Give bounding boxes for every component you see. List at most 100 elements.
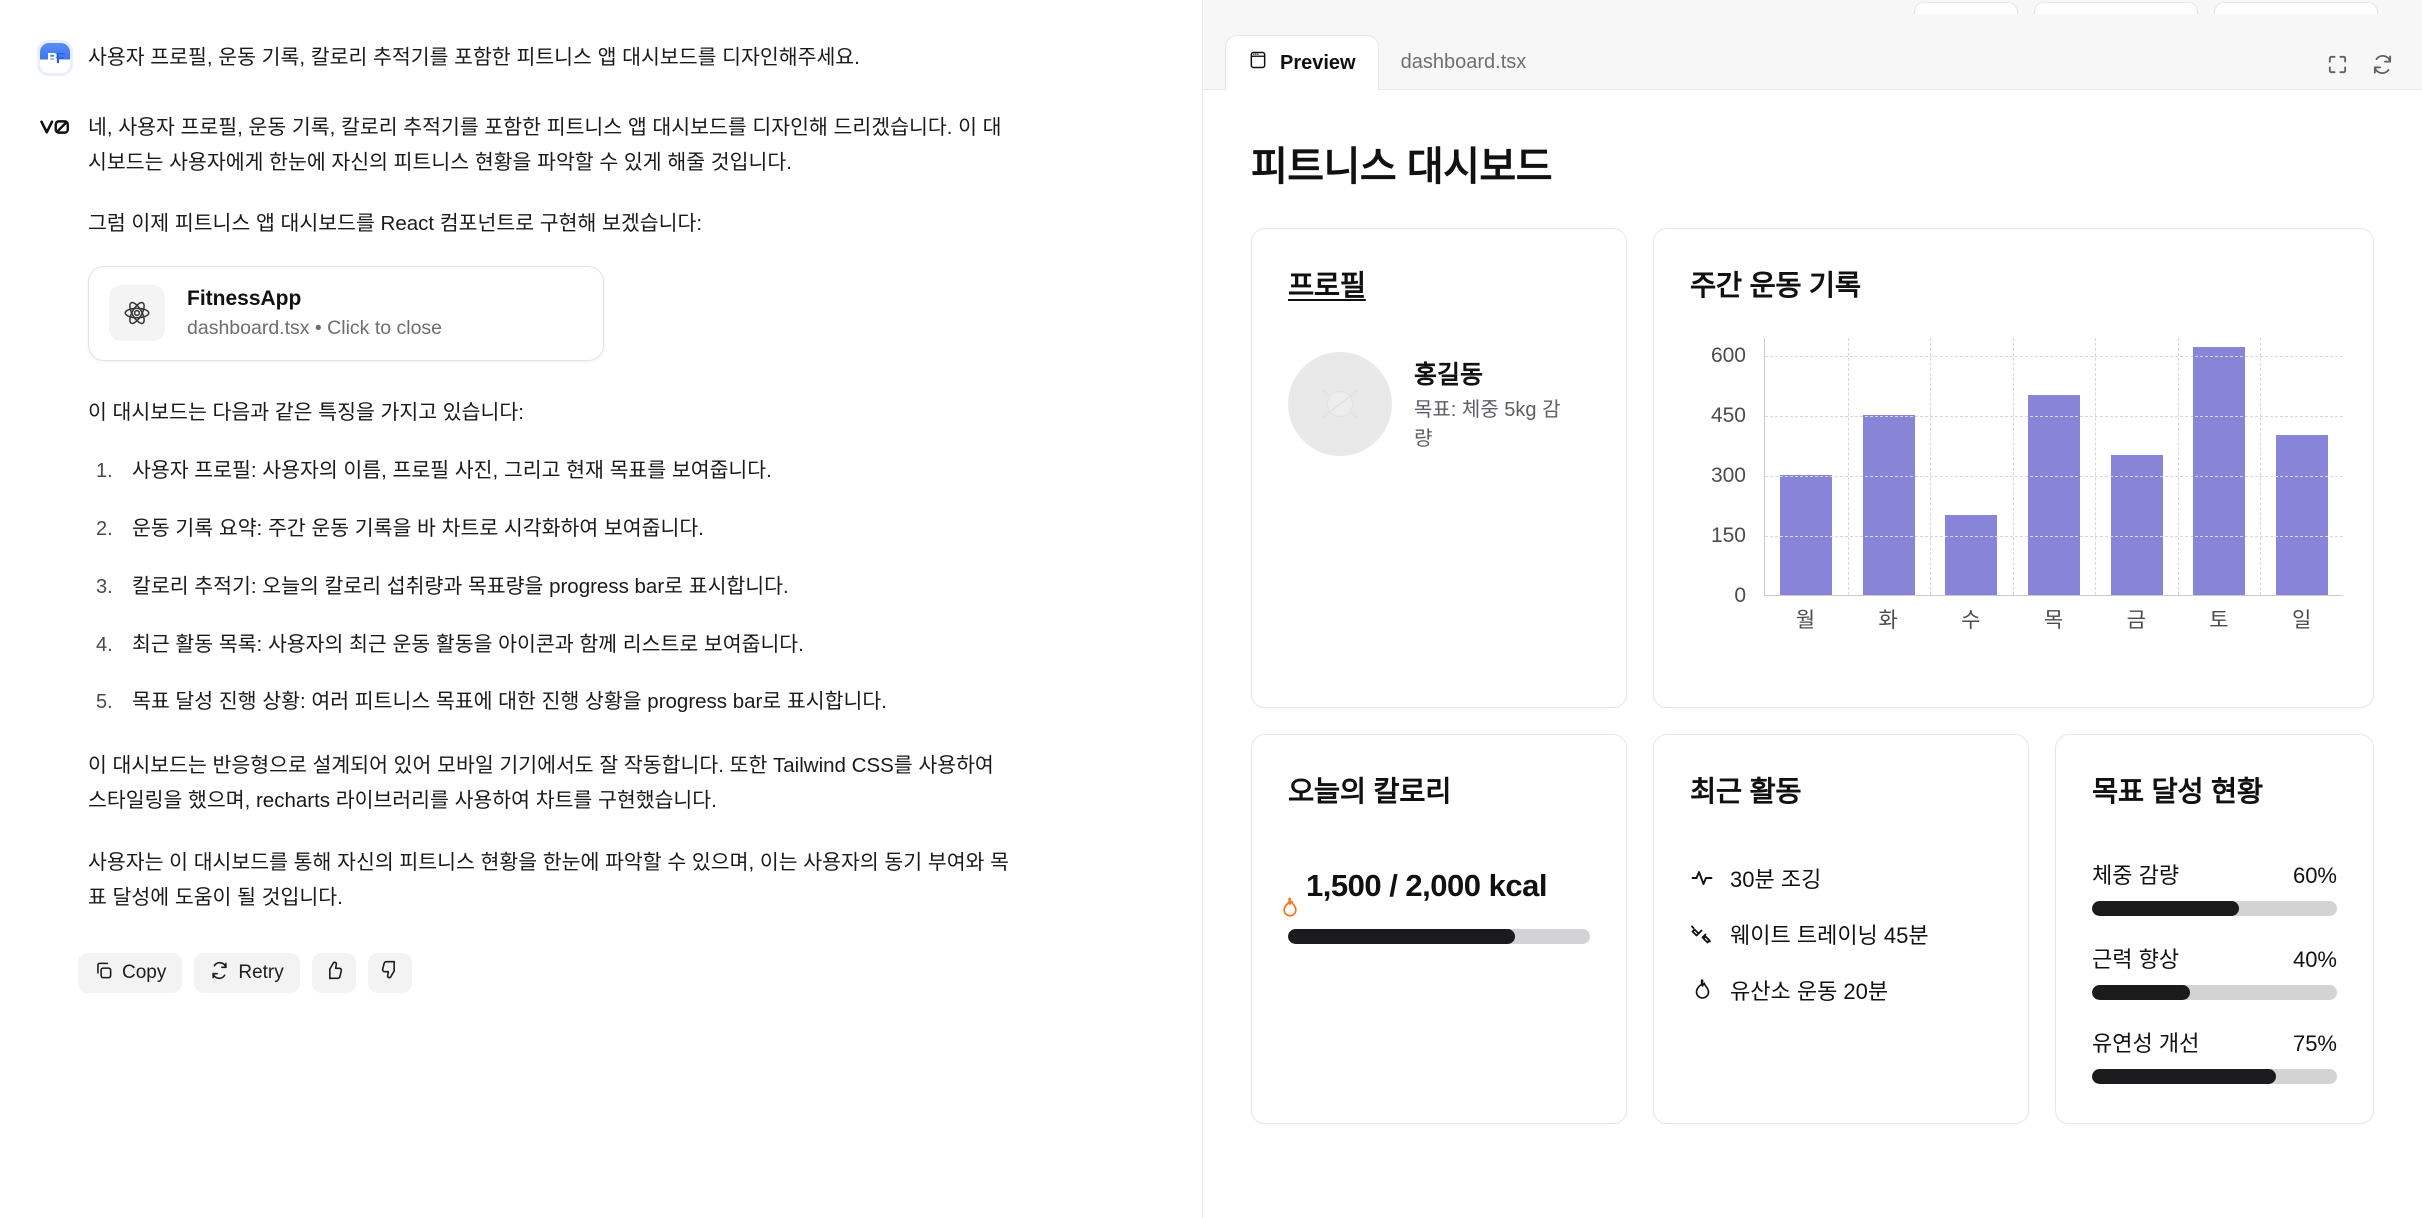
goal-head: 유연성 개선 75%	[2092, 1026, 2337, 1058]
chart-bar-cell	[1848, 338, 1931, 595]
chart-x-tick: 월	[1795, 609, 1816, 632]
goal-progress-fill	[2092, 1069, 2276, 1084]
calories-value: 1,500 / 2,000 kcal	[1306, 868, 1547, 903]
chart-x-tick: 목	[2043, 609, 2064, 632]
fullscreen-icon[interactable]	[2326, 53, 2349, 76]
preview-header-actions	[2326, 53, 2394, 90]
weekly-workout-chart: 0 150 300 450 600 월 화 수 목 금 토 일	[1690, 338, 2349, 668]
chart-bar-cell	[2095, 338, 2178, 595]
copy-button-label: Copy	[122, 962, 167, 984]
avatar-initials-icon: BF	[46, 49, 65, 67]
retry-icon	[210, 961, 229, 986]
chart-x-tick: 금	[2126, 609, 2146, 632]
list-item-text: 최근 활동 목록: 사용자의 최근 운동 활동을 아이콘과 함께 리스트로 보여…	[132, 632, 804, 656]
window-controls-row	[1203, 0, 2422, 14]
chart-bar[interactable]	[2193, 347, 2246, 595]
list-item-number: 5.	[96, 691, 113, 714]
chart-bar[interactable]	[1780, 475, 1833, 595]
chart-bar[interactable]	[2028, 395, 2081, 595]
recent-activity-list: 30분 조깅 웨이트 트레이닝 45분 유산소 운동 20분	[1690, 862, 1992, 1006]
ghost-button[interactable]	[2214, 2, 2378, 14]
assistant-outro-1: 이 대시보드는 반응형으로 설계되어 있어 모바일 기기에서도 잘 작동합니다.…	[88, 754, 994, 813]
react-icon	[109, 285, 165, 342]
goal-name: 체중 감량	[2092, 863, 2180, 888]
thumbs-up-button[interactable]	[311, 953, 356, 994]
weekly-workout-heading: 주간 운동 기록	[1690, 270, 1861, 302]
list-item: 1. 사용자 프로필: 사용자의 이름, 프로필 사진, 그리고 현재 목표를 …	[88, 456, 1013, 487]
tab-preview-label: Preview	[1280, 51, 1356, 74]
recent-activity-card: 최근 활동 30분 조깅 웨이트 트레이닝 45분 유산소 운동 20분	[1653, 734, 2029, 1124]
chart-bar-cell	[2260, 338, 2343, 595]
list-item: 유산소 운동 20분	[1690, 974, 1992, 1006]
recent-activity-heading: 최근 활동	[1690, 776, 1802, 808]
dumbbell-icon	[1690, 922, 1714, 946]
user-avatar: BF	[40, 43, 70, 73]
goal-name: 유연성 개선	[2092, 1031, 2200, 1056]
avatar	[1288, 352, 1392, 456]
dashboard-bottom-row: 오늘의 칼로리 1,500 / 2,000 kcal 최근 활동 30분 조깅 …	[1251, 734, 2374, 1124]
fitness-app-card[interactable]: FitnessApp dashboard.tsx • Click to clos…	[88, 265, 604, 362]
activity-label: 웨이트 트레이닝 45분	[1730, 923, 1929, 948]
goal-progress-fill	[2092, 901, 2239, 916]
chart-bar[interactable]	[2275, 435, 2328, 595]
goals-card: 목표 달성 현황 체중 감량 60% 근력 향상 40% 유연성 개선 75%	[2055, 734, 2374, 1124]
thumbs-down-button[interactable]	[367, 953, 412, 994]
list-item: 유연성 개선 75%	[2092, 1026, 2337, 1084]
thumbs-up-icon	[324, 960, 344, 986]
chart-gridline-vertical	[2260, 338, 2262, 595]
list-item: 근력 향상 40%	[2092, 942, 2337, 1000]
list-item: 5. 목표 달성 진행 상황: 여러 피트니스 목표에 대한 진행 상황을 pr…	[88, 687, 1013, 718]
assistant-body: 네, 사용자 프로필, 운동 기록, 칼로리 추적기를 포함한 피트니스 앱 대…	[88, 110, 1013, 941]
list-item-text: 사용자 프로필: 사용자의 이름, 프로필 사진, 그리고 현재 목표를 보여줍…	[132, 459, 772, 483]
chart-x-tick: 일	[2292, 609, 2312, 632]
list-item: 3. 칼로리 추적기: 오늘의 칼로리 섭취량과 목표량을 progress b…	[88, 572, 1013, 603]
refresh-icon[interactable]	[2371, 53, 2394, 76]
goal-progress-fill	[2092, 985, 2190, 1000]
copy-button[interactable]: Copy	[78, 953, 183, 994]
retry-button[interactable]: Retry	[194, 953, 300, 994]
message-action-bar: Copy Retry	[0, 941, 1202, 994]
calories-progress-fill	[1288, 928, 1515, 944]
list-item-number: 1.	[96, 460, 113, 483]
weekly-workout-card: 주간 운동 기록 0 150 300 450 600 월 화 수 목 금 토 일	[1653, 228, 2374, 708]
goals-list: 체중 감량 60% 근력 향상 40% 유연성 개선 75%	[2092, 858, 2337, 1084]
goal-name: 근력 향상	[2092, 947, 2180, 972]
chart-bar[interactable]	[1945, 515, 1998, 595]
chart-gridline-vertical	[2177, 338, 2179, 595]
chart-y-tick: 0	[1734, 584, 1746, 607]
list-item: 체중 감량 60%	[2092, 858, 2337, 916]
profile-card: 프로필 홍길동 목표: 체중 5kg 감량	[1251, 228, 1627, 708]
fitness-app-title: FitnessApp	[187, 286, 302, 310]
chart-plot-area: 0 150 300 450 600 월 화 수 목 금 토 일	[1698, 338, 2349, 668]
activity-pulse-icon	[1690, 866, 1714, 890]
browser-window-icon	[1248, 50, 1268, 76]
profile-name: 홍길동	[1414, 361, 1484, 390]
v0-logo-icon	[40, 112, 70, 142]
list-item-number: 3.	[96, 575, 113, 598]
tab-dashboard-tsx[interactable]: dashboard.tsx	[1379, 34, 1549, 90]
chart-x-tick: 화	[1878, 609, 1898, 632]
ghost-button[interactable]	[2034, 2, 2198, 14]
chart-y-tick: 450	[1710, 404, 1746, 427]
goals-heading: 목표 달성 현황	[2092, 776, 2263, 808]
copy-icon	[94, 961, 113, 986]
chart-gridline-vertical	[1847, 338, 1849, 595]
chart-bar-cell	[1930, 338, 2013, 595]
tab-preview[interactable]: Preview	[1225, 35, 1379, 91]
calories-block: 1,500 / 2,000 kcal	[1283, 866, 1590, 944]
assistant-intro-text: 네, 사용자 프로필, 운동 기록, 칼로리 추적기를 포함한 피트니스 앱 대…	[88, 115, 1002, 175]
chart-gridline	[1765, 356, 2343, 357]
user-message: BF 사용자 프로필, 운동 기록, 칼로리 추적기를 포함한 피트니스 앱 대…	[0, 0, 1202, 74]
chart-bar[interactable]	[1862, 415, 1915, 595]
activity-label: 유산소 운동 20분	[1730, 979, 1889, 1004]
chart-y-tick: 300	[1710, 464, 1746, 487]
features-lead-text: 이 대시보드는 다음과 같은 특징을 가지고 있습니다:	[88, 401, 524, 425]
features-list: 1. 사용자 프로필: 사용자의 이름, 프로필 사진, 그리고 현재 목표를 …	[88, 456, 1013, 718]
ghost-button[interactable]	[1914, 2, 2018, 14]
list-item: 2. 운동 기록 요약: 주간 운동 기록을 바 차트로 시각화하여 보여줍니다…	[88, 514, 1013, 545]
tab-dashboard-tsx-label: dashboard.tsx	[1400, 50, 1527, 73]
preview-tabbar: Preview dashboard.tsx	[1203, 14, 2422, 91]
chart-x-tick: 수	[1961, 609, 1981, 632]
chart-x-tick: 토	[2209, 609, 2229, 632]
chart-gridline	[1765, 416, 2343, 417]
